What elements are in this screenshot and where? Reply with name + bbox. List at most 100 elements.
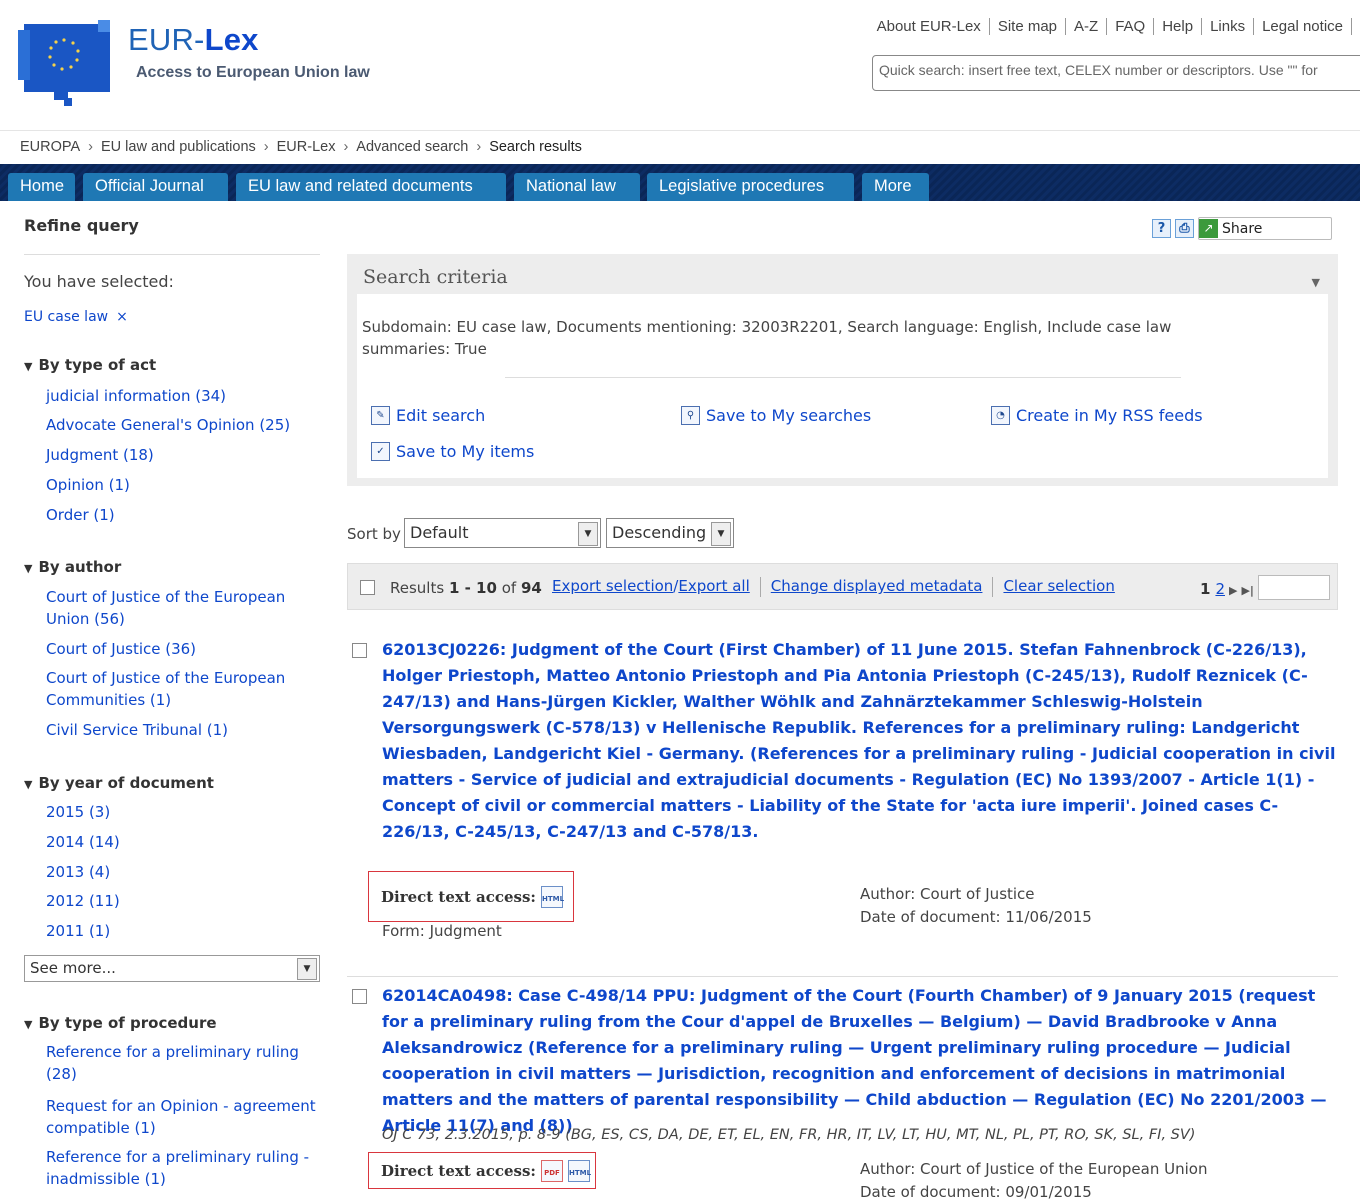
remove-filter-icon[interactable]: × <box>116 309 128 325</box>
facet-item[interactable]: 2013 (4) <box>46 861 110 883</box>
facet-item[interactable]: Advocate General's Opinion (25) <box>46 414 290 436</box>
next-page-icon[interactable]: ▶ <box>1229 584 1237 597</box>
pencil-icon: ✎ <box>371 406 390 425</box>
search-criteria-body: Subdomain: EU case law, Documents mentio… <box>357 294 1328 478</box>
change-metadata-link[interactable]: Change displayed metadata <box>771 577 983 597</box>
facet-item[interactable]: Court of Justice of the European Communi… <box>46 667 306 711</box>
breadcrumb-eu-law[interactable]: EU law and publications <box>101 139 256 155</box>
direct-text-access: Direct text access: PDF HTML <box>368 1152 596 1189</box>
facet-item[interactable]: Court of Justice of the European Union (… <box>46 586 306 630</box>
facet-item[interactable]: Reference for a preliminary ruling (28) <box>46 1041 306 1085</box>
top-link-az[interactable]: A-Z <box>1066 18 1108 35</box>
nav-national-law[interactable]: National law <box>514 173 640 201</box>
result-form: Form: Judgment <box>382 922 502 940</box>
result-oj-reference: OJ C 73, 2.3.2015, p. 8-9 (BG, ES, CS, D… <box>382 1127 1196 1143</box>
eurlex-logo[interactable] <box>14 18 114 108</box>
top-link-about[interactable]: About EUR-Lex <box>869 18 990 35</box>
facet-item[interactable]: Civil Service Tribunal (1) <box>46 719 228 741</box>
page-tools: ? ⎙ ↗ Share <box>1152 217 1332 240</box>
collapse-caret-icon[interactable]: ▼ <box>1312 276 1320 289</box>
breadcrumb-europa[interactable]: EUROPA <box>20 139 80 155</box>
quick-search-input[interactable]: Quick search: insert free text, CELEX nu… <box>872 55 1360 91</box>
sort-by-label: Sort by <box>347 525 401 543</box>
facet-item[interactable]: Opinion (1) <box>46 474 130 496</box>
top-link-legal[interactable]: Legal notice <box>1254 18 1352 35</box>
select-all-checkbox[interactable] <box>360 580 375 595</box>
breadcrumb: EUROPA › EU law and publications › EUR-Lex… <box>20 139 582 155</box>
direct-text-access: Direct text access: HTML <box>368 871 574 922</box>
nav-more[interactable]: More <box>862 173 929 201</box>
breadcrumb-advanced-search[interactable]: Advanced search <box>356 139 468 155</box>
results-actions: Export selection / Export all Change displ… <box>552 577 1115 597</box>
nav-legislative-procedures[interactable]: Legislative procedures <box>647 173 854 201</box>
top-link-sitemap[interactable]: Site map <box>990 18 1067 35</box>
export-selection-link[interactable]: Export selection <box>552 577 673 597</box>
result-meta: Author: Court of Justice Date of documen… <box>860 883 1092 929</box>
html-icon[interactable]: HTML <box>567 1159 591 1182</box>
create-rss-feed-link[interactable]: ◔ Create in My RSS feeds <box>991 406 1203 425</box>
top-link-links[interactable]: Links <box>1202 18 1255 35</box>
brand-tagline: Access to European Union law <box>136 64 370 81</box>
facet-item[interactable]: Order (1) <box>46 504 115 526</box>
last-page-icon[interactable]: ▶| <box>1241 584 1253 597</box>
top-link-help[interactable]: Help <box>1154 18 1203 35</box>
edit-search-link[interactable]: ✎ Edit search <box>371 406 485 425</box>
results-toolbar: Results 1 - 10 of 94 Export selection / Ex… <box>347 563 1338 610</box>
facet-item[interactable]: 2011 (1) <box>46 920 110 942</box>
see-more-select[interactable]: See more... ▼ <box>24 955 320 982</box>
print-icon[interactable]: ⎙ <box>1175 219 1194 238</box>
result-date: Date of document: 09/01/2015 <box>860 1183 1092 1201</box>
breadcrumb-chevron-icon: › <box>476 139 482 155</box>
facet-item[interactable]: Judgment (18) <box>46 444 154 466</box>
result-checkbox[interactable] <box>352 643 367 658</box>
clear-selection-link[interactable]: Clear selection <box>1003 577 1114 597</box>
brand-title[interactable]: EUR-Lex <box>128 22 259 58</box>
result-title-link[interactable]: 62014CA0498: Case C-498/14 PPU: Judgment… <box>382 983 1342 1139</box>
expand-triangle-icon: ▼ <box>24 1018 33 1031</box>
nav-home[interactable]: Home <box>8 173 75 201</box>
main-nav: Home Official Journal EU law and related… <box>0 164 1360 201</box>
results-count: Results 1 - 10 of 94 <box>390 579 542 597</box>
facet-item[interactable]: 2015 (3) <box>46 801 110 823</box>
breadcrumb-current: Search results <box>489 139 582 155</box>
search-criteria-panel: Search criteria ▼ Subdomain: EU case law… <box>347 254 1338 486</box>
help-icon[interactable]: ? <box>1152 219 1171 238</box>
pdf-icon[interactable]: PDF <box>540 1159 563 1182</box>
result-divider <box>347 976 1338 977</box>
facet-type-of-act[interactable]: ▼ By type of act <box>24 356 156 374</box>
save-to-my-searches-link[interactable]: ⚲ Save to My searches <box>681 406 871 425</box>
facet-item[interactable]: Reference for a preliminary ruling - ina… <box>46 1146 321 1190</box>
save-to-my-items-link[interactable]: ✓ Save to My items <box>371 442 534 461</box>
nav-eu-law[interactable]: EU law and related documents <box>236 173 506 201</box>
result-author: Author: Court of Justice <box>860 885 1035 903</box>
facet-author[interactable]: ▼ By author <box>24 558 121 576</box>
sort-order-select[interactable]: Descending ▼ <box>606 518 734 548</box>
result-title-link[interactable]: 62013CJ0226: Judgment of the Court (Firs… <box>382 637 1342 845</box>
expand-triangle-icon: ▼ <box>24 562 33 575</box>
top-link-faq[interactable]: FAQ <box>1107 18 1155 35</box>
refine-query-title: Refine query <box>24 216 139 235</box>
export-all-link[interactable]: Export all <box>678 577 749 597</box>
html-icon[interactable]: HTML <box>540 885 564 908</box>
page-number-input[interactable] <box>1258 575 1330 600</box>
facet-item[interactable]: 2014 (14) <box>46 831 120 853</box>
page-2-link[interactable]: 2 <box>1215 580 1225 598</box>
sort-field-select[interactable]: Default ▼ <box>404 518 601 548</box>
criteria-divider <box>505 377 1181 378</box>
facet-year[interactable]: ▼ By year of document <box>24 774 214 792</box>
facet-procedure[interactable]: ▼ By type of procedure <box>24 1014 217 1032</box>
pagination: 1 2 ▶ ▶| <box>1200 580 1254 598</box>
facet-item[interactable]: 2012 (11) <box>46 890 120 912</box>
rss-icon: ◔ <box>991 406 1010 425</box>
facet-item[interactable]: Request for an Opinion - agreement compa… <box>46 1095 321 1139</box>
dropdown-arrow-icon: ▼ <box>578 522 598 546</box>
result-checkbox[interactable] <box>352 989 367 1004</box>
nav-official-journal[interactable]: Official Journal <box>83 173 228 201</box>
share-button[interactable]: ↗ Share <box>1198 217 1332 240</box>
you-have-selected-label: You have selected: <box>24 272 174 291</box>
breadcrumb-chevron-icon: › <box>343 139 349 155</box>
dropdown-arrow-icon: ▼ <box>297 958 317 980</box>
breadcrumb-eurlex[interactable]: EUR-Lex <box>277 139 336 155</box>
facet-item[interactable]: judicial information (34) <box>46 385 226 407</box>
facet-item[interactable]: Court of Justice (36) <box>46 638 196 660</box>
